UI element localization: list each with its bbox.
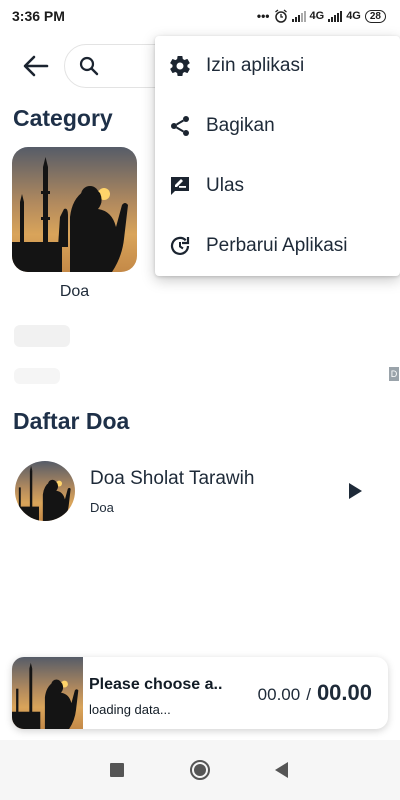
list-item-thumbnail (15, 461, 75, 521)
menu-label-izin-aplikasi: Izin aplikasi (206, 55, 305, 76)
overflow-menu: Izin aplikasi Bagikan Ulas Perbarui Apli… (155, 36, 400, 276)
signal-icon-1 (291, 10, 306, 22)
menu-label-bagikan: Bagikan (206, 115, 275, 136)
network-label-1: 4G (309, 10, 325, 22)
player-thumbnail (12, 657, 83, 729)
signal-icon-2 (328, 10, 343, 22)
category-heading: Category (13, 105, 113, 131)
menu-item-izin-aplikasi[interactable]: Izin aplikasi (155, 36, 400, 96)
ad-choices-badge[interactable]: D (389, 367, 399, 381)
player-current-time: 00.00 (257, 685, 301, 704)
back-button[interactable] (20, 52, 52, 80)
square-icon (110, 763, 124, 777)
alarm-icon (274, 9, 287, 23)
status-time: 3:36 PM (12, 8, 65, 24)
list-item-doa-sholat-tarawih[interactable]: Doa Sholat Tarawih Doa (0, 456, 400, 526)
loading-placeholder (14, 325, 70, 347)
network-label-2: 4G (346, 10, 361, 22)
update-icon (167, 233, 193, 259)
daftar-doa-heading: Daftar Doa (13, 408, 130, 434)
triangle-back-icon (275, 762, 288, 778)
player-status: loading data... (89, 702, 171, 717)
mini-player[interactable]: Please choose a.. loading data... 00.00 … (12, 657, 388, 729)
player-total-time: 00.00 (316, 680, 372, 705)
category-card-doa[interactable] (12, 147, 137, 272)
gear-icon (167, 53, 193, 79)
arrow-left-icon (23, 55, 49, 77)
notification-dots: ••• (256, 9, 270, 23)
battery-indicator: 28 (364, 9, 386, 23)
share-icon (167, 113, 193, 139)
recents-button[interactable] (105, 758, 129, 782)
status-icons: ••• 4G 4G 28 (257, 9, 386, 23)
system-navigation-bar (0, 740, 400, 800)
rate-review-icon (167, 173, 193, 199)
menu-item-perbarui-aplikasi[interactable]: Perbarui Aplikasi (155, 216, 400, 276)
home-button[interactable] (188, 758, 212, 782)
menu-label-perbarui-aplikasi: Perbarui Aplikasi (206, 235, 348, 256)
menu-item-bagikan[interactable]: Bagikan (155, 96, 400, 156)
player-time-separator: / (306, 685, 311, 704)
list-item-title: Doa Sholat Tarawih (90, 468, 255, 489)
menu-item-ulas[interactable]: Ulas (155, 156, 400, 216)
circle-icon (190, 760, 210, 780)
prayer-silhouette-image (12, 657, 83, 729)
play-icon (349, 483, 362, 499)
loading-placeholder-line (14, 368, 60, 384)
player-title: Please choose a.. (89, 676, 223, 693)
menu-label-ulas: Ulas (206, 175, 245, 196)
list-item-subtitle: Doa (90, 500, 114, 515)
status-bar: 3:36 PM ••• 4G 4G 28 (0, 0, 400, 32)
category-label-doa: Doa (59, 283, 90, 300)
prayer-silhouette-image (12, 147, 137, 272)
back-nav-button[interactable] (269, 758, 293, 782)
prayer-silhouette-image (15, 461, 75, 521)
search-icon (79, 56, 99, 76)
play-button[interactable] (344, 480, 366, 502)
player-time: 00.00 / 00.00 (258, 680, 372, 706)
